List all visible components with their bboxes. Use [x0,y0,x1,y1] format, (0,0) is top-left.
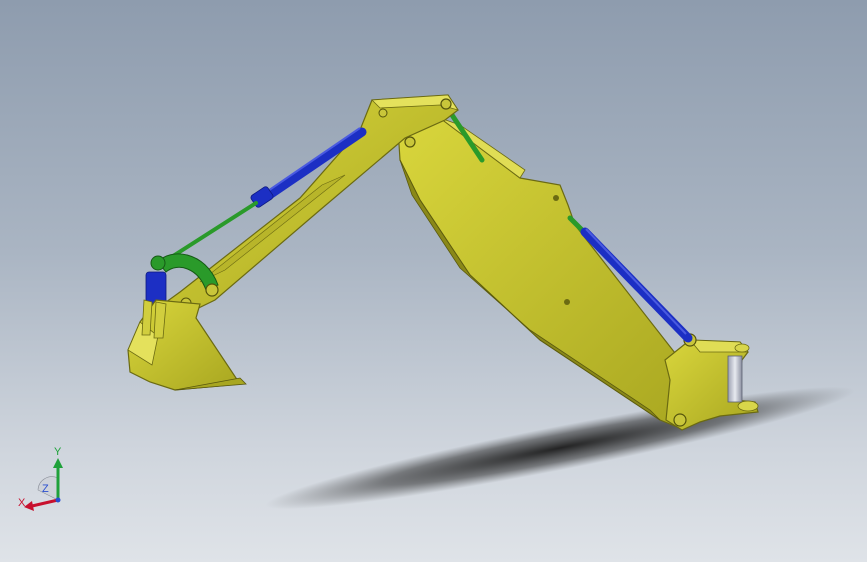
linkage-pin-1 [150,255,166,271]
swing-pin-bottom [737,400,759,412]
triad-z-dot [55,497,61,503]
triad-y-label: Y [54,446,62,458]
bucket[interactable] [127,299,247,391]
boom-pin-2 [564,299,570,305]
swing-pin-cylinder [727,355,743,403]
triad-z-label: Z [42,483,49,495]
triad-x-axis [31,498,59,508]
graphics-viewport[interactable]: Y Z X [0,0,867,562]
boom-pin-1 [553,195,559,201]
triad-x-arrow [24,501,34,511]
ground-shadow [265,386,855,510]
main-boom[interactable] [397,117,706,429]
excavator-arm-model[interactable] [0,0,867,562]
triad-x-label: X [18,497,26,509]
orientation-triad: Y Z X [14,440,74,512]
swing-pin-top [734,343,750,353]
triad-y-arrow [53,458,63,468]
boom-pivot-top [404,136,416,148]
stick-pin-top [440,98,452,110]
main-boom-side [397,117,706,429]
stick-pin-mid [378,108,388,118]
base-pin-2 [673,413,687,427]
linkage-pin-2 [205,283,219,297]
